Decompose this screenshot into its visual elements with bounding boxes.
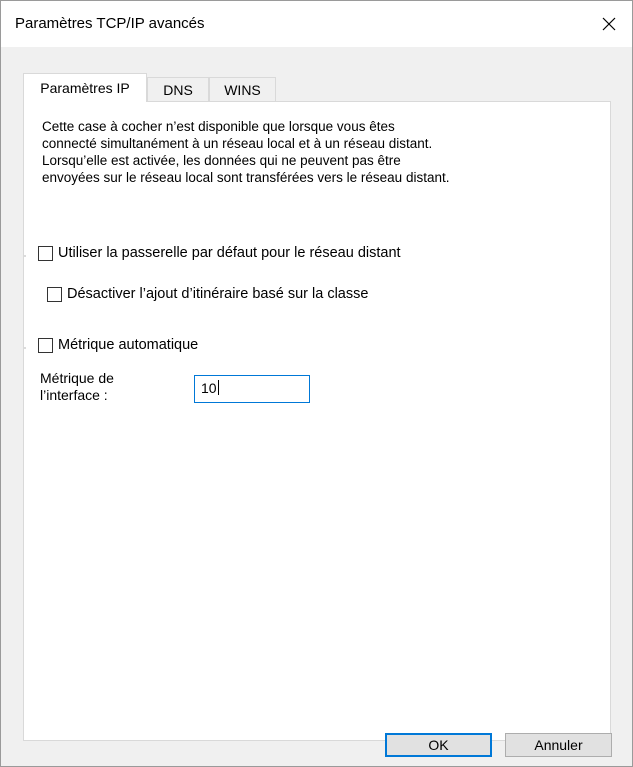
gateway-groupbox: Utiliser la passerelle par défaut pour l… <box>24 245 405 302</box>
close-icon <box>602 17 616 31</box>
use-default-gateway-label: Utiliser la passerelle par défaut pour l… <box>58 245 401 261</box>
cancel-button[interactable]: Annuler <box>505 733 612 757</box>
ok-button[interactable]: OK <box>385 733 492 757</box>
dialog-window: Paramètres TCP/IP avancés Paramètres IP … <box>0 0 633 767</box>
title-bar: Paramètres TCP/IP avancés <box>1 1 632 47</box>
automatic-metric-checkbox[interactable] <box>38 337 53 353</box>
tab-dns[interactable]: DNS <box>147 77 209 101</box>
window-title: Paramètres TCP/IP avancés <box>15 15 205 32</box>
use-default-gateway-checkbox-row[interactable]: Utiliser la passerelle par défaut pour l… <box>38 245 405 261</box>
interface-metric-label: Métrique de l’interface : <box>40 370 150 404</box>
tab-ip-settings[interactable]: Paramètres IP <box>23 73 147 102</box>
description-line: Cette case à cocher n’est disponible que… <box>42 119 395 134</box>
close-button[interactable] <box>586 1 632 47</box>
tab-wins[interactable]: WINS <box>209 77 276 101</box>
automatic-metric-checkbox-row[interactable]: Métrique automatique <box>38 337 203 353</box>
disable-class-route-label: Désactiver l’ajout d’itinéraire basé sur… <box>67 286 369 302</box>
description-line: connecté simultanément à un réseau local… <box>42 136 433 151</box>
text-caret <box>217 380 219 395</box>
description-line: Lorsqu’elle est activée, les données qui… <box>42 153 401 168</box>
automatic-metric-label: Métrique automatique <box>58 337 199 353</box>
disable-class-route-checkbox[interactable] <box>47 286 62 302</box>
disable-class-route-checkbox-row[interactable]: Désactiver l’ajout d’itinéraire basé sur… <box>47 286 368 302</box>
description-text: Cette case à cocher n’est disponible que… <box>42 118 582 186</box>
interface-metric-label-line2: l’interface : <box>40 387 108 403</box>
interface-metric-input[interactable]: 10 <box>194 375 310 403</box>
interface-metric-value: 10 <box>201 380 217 396</box>
tab-panel: Cette case à cocher n’est disponible que… <box>23 101 611 741</box>
dialog-client-area: Paramètres IP DNS WINS Cette case à coch… <box>1 47 632 766</box>
metric-groupbox: Métrique automatique <box>24 337 203 353</box>
use-default-gateway-checkbox[interactable] <box>38 245 53 261</box>
interface-metric-label-line1: Métrique de <box>40 370 114 386</box>
description-line: envoyées sur le réseau local sont transf… <box>42 170 450 185</box>
